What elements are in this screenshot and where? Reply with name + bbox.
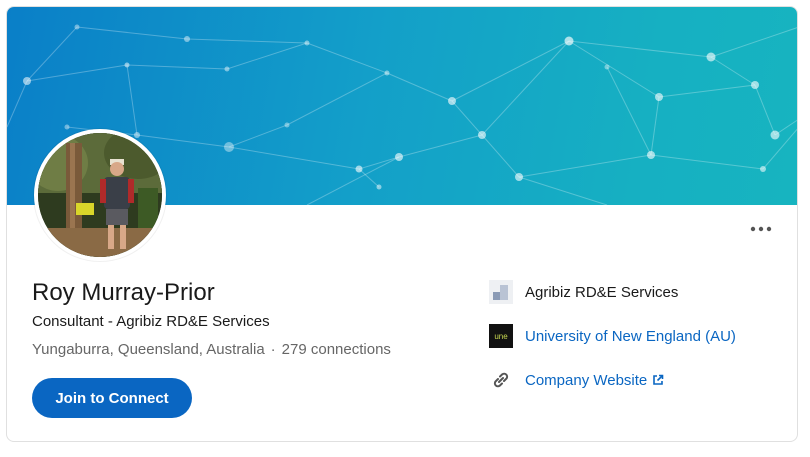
university-link[interactable]: University of New England (AU) (525, 328, 736, 345)
profile-name: Roy Murray-Prior (32, 279, 215, 306)
svg-text:une: une (494, 332, 508, 341)
profile-card: Roy Murray-Prior Consultant - Agribiz RD… (6, 6, 798, 442)
company-row: Agribiz RD&E Services (489, 279, 678, 305)
external-link-icon (653, 374, 664, 385)
profile-location: Yungaburra, Queensland, Australia (32, 341, 265, 358)
website-row[interactable]: Company Website (489, 367, 664, 393)
profile-meta: Yungaburra, Queensland, Australia · 279 co… (32, 341, 391, 358)
more-options-button[interactable] (746, 217, 776, 241)
join-to-connect-button[interactable]: Join to Connect (32, 378, 192, 418)
meta-separator: · (270, 341, 276, 358)
university-row[interactable]: une University of New England (AU) (489, 323, 736, 349)
more-horizontal-icon (750, 226, 772, 232)
company-name: Agribiz RD&E Services (525, 283, 679, 301)
profile-headline: Consultant - Agribiz RD&E Services (32, 313, 270, 330)
profile-photo (38, 133, 162, 257)
profile-connections: 279 connections (281, 341, 391, 358)
company-logo-icon (489, 280, 513, 304)
company-website-label: Company Website (525, 371, 648, 389)
university-logo-icon: une (489, 324, 513, 348)
profile-avatar (34, 129, 166, 261)
company-website-link[interactable]: Company Website (525, 372, 664, 389)
link-icon (493, 372, 509, 388)
